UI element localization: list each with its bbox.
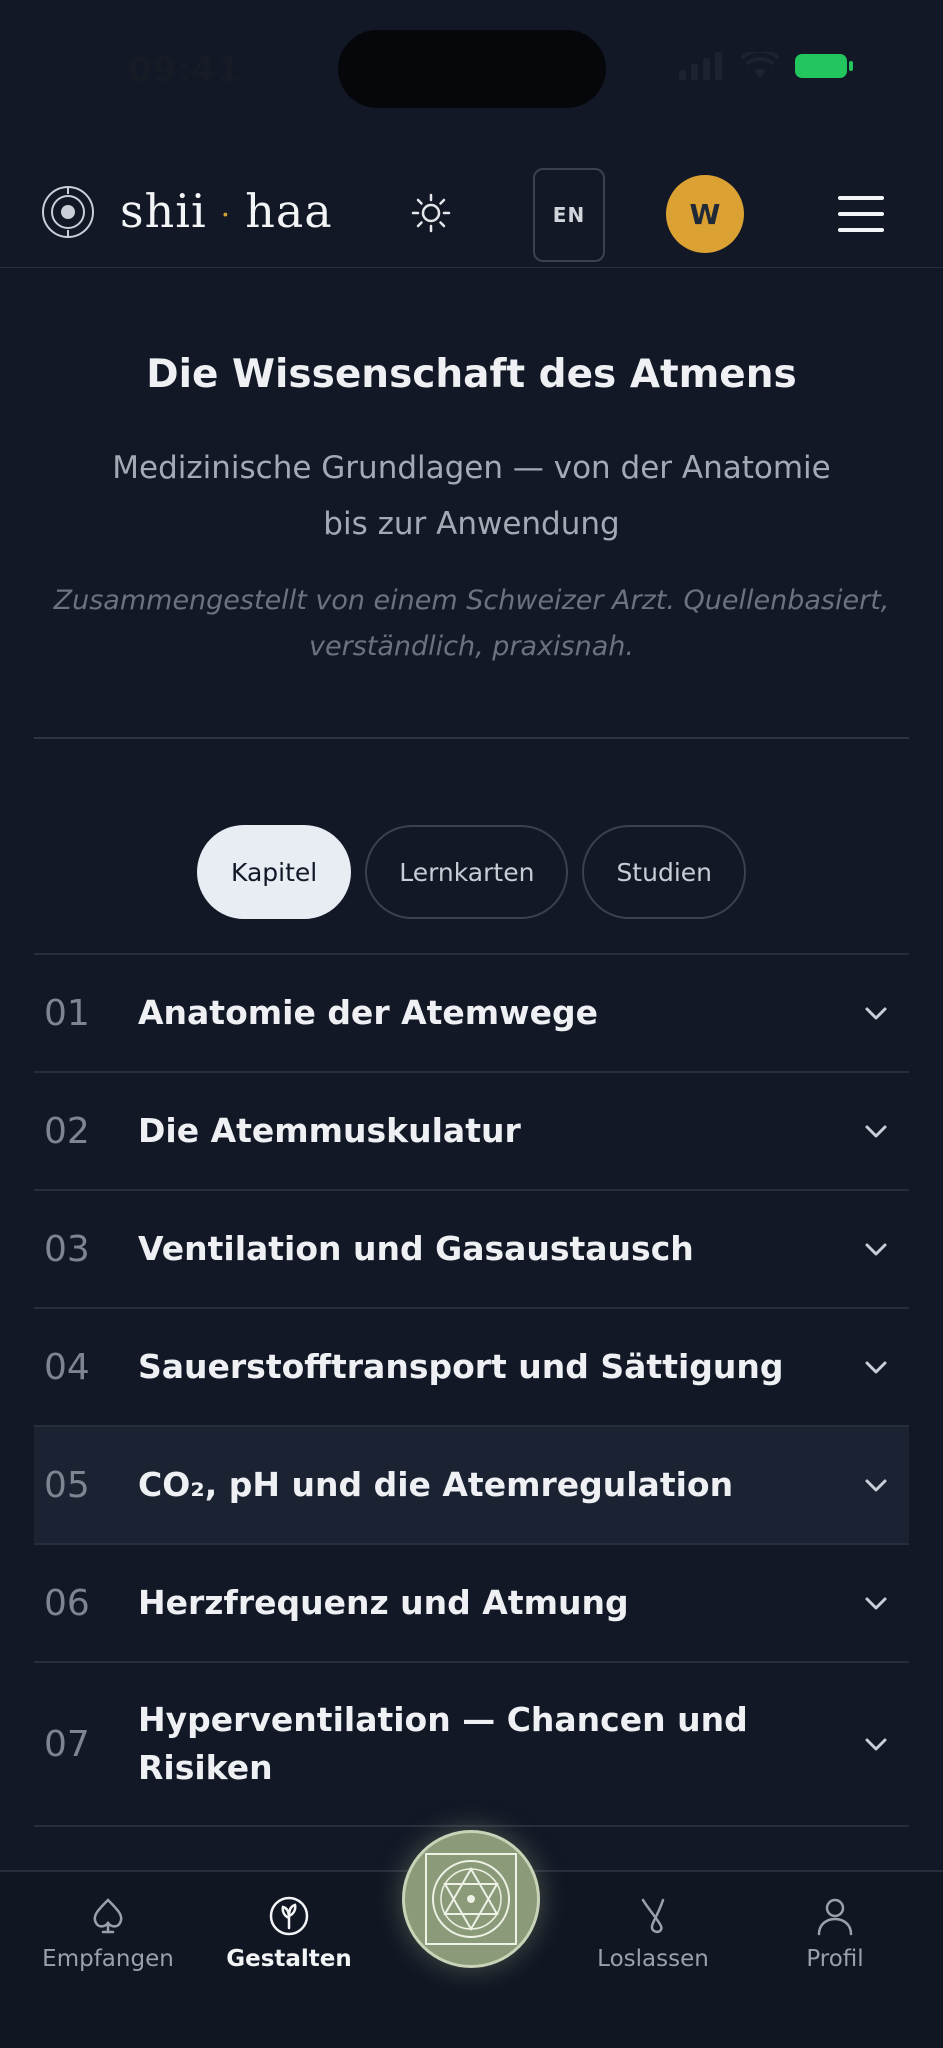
chevron-down-icon — [865, 1125, 887, 1138]
tab-studien[interactable]: Studien — [582, 825, 746, 919]
chevron-down-icon — [865, 1007, 887, 1020]
chapter-title: Anatomie der Atemwege — [138, 993, 599, 1032]
logo-part-2: haa — [245, 184, 333, 238]
chevron-down-icon — [865, 1243, 887, 1256]
sun-icon — [411, 193, 451, 233]
tab-kapitel[interactable]: Kapitel — [197, 825, 352, 919]
nav-label: Loslassen — [597, 1946, 709, 1972]
chapter-item-07[interactable]: 07 Hyperventilation — Chancen und Risike… — [34, 1663, 909, 1827]
status-icons — [679, 52, 853, 80]
chapter-number: 07 — [44, 1723, 90, 1765]
chapter-number: 01 — [44, 992, 90, 1034]
chapter-title: Ventilation und Gasaustausch — [138, 1229, 694, 1268]
signal-icon — [679, 52, 722, 80]
chapter-number: 06 — [44, 1582, 90, 1624]
chapter-item-04[interactable]: 04 Sauerstofftransport und Sättigung — [34, 1309, 909, 1427]
chapter-title: Hyperventilation — Chancen und Risiken — [138, 1700, 748, 1787]
chapter-title: Herzfrequenz und Atmung — [138, 1583, 629, 1622]
chevron-down-icon — [865, 1597, 887, 1610]
release-icon — [641, 1898, 665, 1934]
chapter-item-03[interactable]: 03 Ventilation und Gasaustausch — [34, 1191, 909, 1309]
chapter-item-06[interactable]: 06 Herzfrequenz und Atmung — [34, 1545, 909, 1663]
chapter-list: 01 Anatomie der Atemwege 02 Die Atemmusk… — [34, 953, 909, 1827]
divider — [34, 737, 909, 739]
nav-label: Profil — [806, 1946, 864, 1972]
chapter-number: 05 — [44, 1464, 90, 1506]
content-tabs: Kapitel Lernkarten Studien — [0, 825, 943, 919]
chapter-number: 03 — [44, 1228, 90, 1270]
chevron-down-icon — [865, 1361, 887, 1374]
spade-leaf-icon — [93, 1898, 123, 1934]
dynamic-island — [338, 30, 606, 108]
chapter-item-01[interactable]: 01 Anatomie der Atemwege — [34, 955, 909, 1073]
hamburger-menu-icon[interactable] — [838, 196, 884, 232]
battery-icon — [795, 54, 853, 78]
app-screen: 09:41 shii · haa EN W Die Wissenschaft d… — [0, 0, 943, 2048]
logo-part-1: shii — [120, 184, 207, 238]
nav-item-profil[interactable]: Profil — [760, 1892, 910, 1972]
chevron-down-icon — [865, 1738, 887, 1751]
wifi-icon — [741, 52, 779, 78]
user-icon — [817, 1898, 853, 1936]
chapter-title: Die Atemmuskulatur — [138, 1111, 521, 1150]
page-subtitle: Medizinische Grundlagen — von der Anatom… — [112, 450, 831, 542]
chapter-item-05[interactable]: 05 CO₂, pH und die Atemregulation — [34, 1427, 909, 1545]
yantra-icon — [425, 1853, 517, 1945]
language-button[interactable]: EN — [533, 168, 605, 262]
logo-separator: · — [220, 197, 232, 233]
theme-toggle-button[interactable] — [406, 188, 456, 238]
nav-label: Empfangen — [42, 1946, 174, 1972]
chapter-number: 02 — [44, 1110, 90, 1152]
status-bar: 09:41 — [0, 0, 943, 130]
nav-label: Gestalten — [226, 1946, 352, 1972]
logo-mark-icon[interactable] — [40, 184, 96, 240]
chapter-title: Sauerstofftransport und Sättigung — [138, 1347, 784, 1386]
nav-item-empfangen[interactable]: Empfangen — [33, 1892, 183, 1972]
center-action-button[interactable] — [402, 1830, 540, 1968]
avatar[interactable]: W — [666, 175, 744, 253]
chevron-down-icon — [865, 1479, 887, 1492]
chapter-item-02[interactable]: 02 Die Atemmuskulatur — [34, 1073, 909, 1191]
nav-item-loslassen[interactable]: Loslassen — [578, 1892, 728, 1972]
tab-lernkarten[interactable]: Lernkarten — [365, 825, 569, 919]
nav-item-gestalten[interactable]: Gestalten — [214, 1892, 364, 1972]
page-title: Die Wissenschaft des Atmens — [146, 352, 797, 397]
chapter-title: CO₂, pH und die Atemregulation — [138, 1465, 734, 1504]
status-time: 09:41 — [128, 50, 242, 90]
logo-wordmark[interactable]: shii · haa — [120, 184, 333, 238]
chapter-number: 04 — [44, 1346, 90, 1388]
app-header: shii · haa EN W — [0, 160, 943, 268]
sprout-icon — [269, 1896, 309, 1936]
author-note: Zusammengestellt von einem Schweizer Arz… — [53, 585, 890, 662]
